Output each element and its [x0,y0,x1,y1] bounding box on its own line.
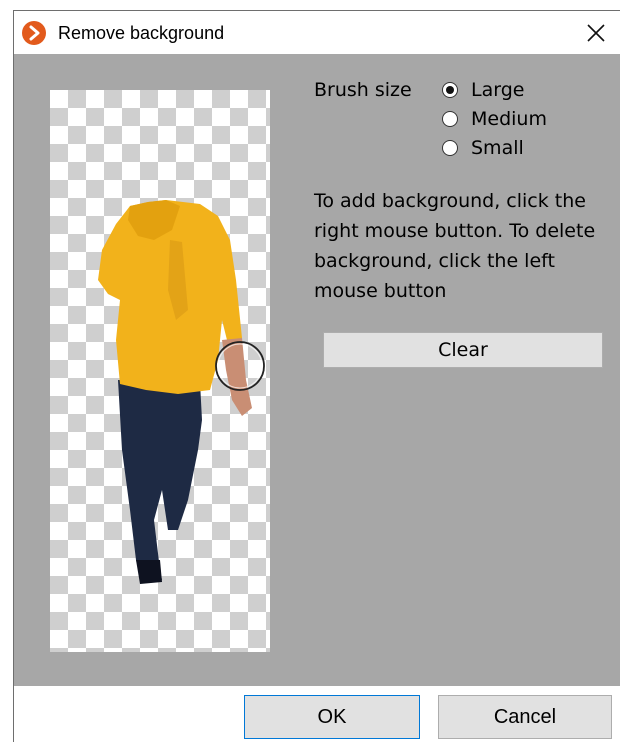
cancel-button[interactable]: Cancel [438,695,612,739]
instructions-text: To add background, click the right mouse… [314,190,596,302]
brush-size-label: Brush size [314,79,412,101]
remove-background-dialog: Remove background Brush size Large Mediu… [13,10,620,743]
brush-medium-radio[interactable]: Medium [442,105,547,133]
app-logo-icon [22,21,46,45]
person-cutout [98,200,252,584]
brush-medium-label: Medium [471,108,547,130]
image-preview-canvas[interactable] [50,90,270,652]
clear-button[interactable]: Clear [323,332,603,368]
ok-button[interactable]: OK [244,695,420,739]
brush-small-label: Small [471,137,524,159]
radio-indicator-small[interactable] [442,140,458,156]
brush-large-radio[interactable]: Large [442,76,524,104]
close-icon[interactable] [582,19,610,47]
radio-indicator-large[interactable] [442,82,458,98]
radio-indicator-medium[interactable] [442,111,458,127]
brush-small-radio[interactable]: Small [442,134,524,162]
brush-large-label: Large [471,79,525,101]
dialog-content: Brush size Large Medium Small To add bac… [14,54,620,686]
window-title: Remove background [58,23,225,43]
title-bar: Remove background [14,11,620,54]
dialog-footer: OK Cancel [14,686,620,743]
